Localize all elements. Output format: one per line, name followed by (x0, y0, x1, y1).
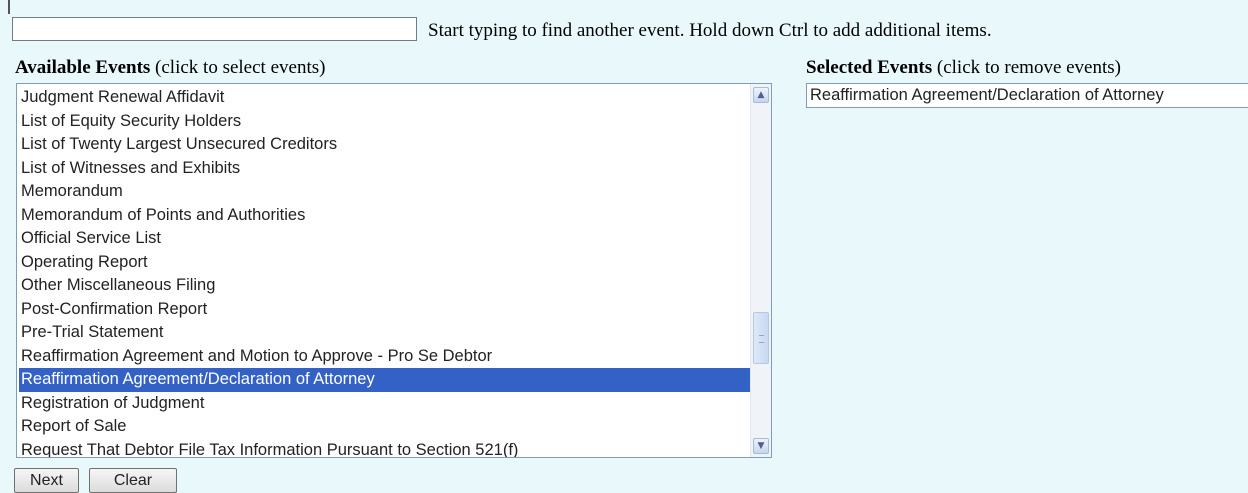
available-event-option[interactable]: Judgment Renewal Affidavit (19, 86, 751, 110)
selected-events-heading: Selected Events (click to remove events) (806, 57, 1121, 79)
available-event-option[interactable]: Request That Debtor File Tax Information… (19, 439, 751, 458)
scroll-up-icon[interactable]: ▲ (753, 87, 769, 103)
search-hint: Start typing to find another event. Hold… (428, 20, 992, 41)
available-events-heading: Available Events (click to select events… (15, 57, 325, 79)
available-event-option[interactable]: Post-Confirmation Report (19, 298, 751, 322)
available-event-option[interactable]: Report of Sale (19, 415, 751, 439)
available-event-option[interactable]: Memorandum (19, 180, 751, 204)
available-event-option[interactable]: Reaffirmation Agreement and Motion to Ap… (19, 345, 751, 369)
available-events-title: Available Events (15, 57, 151, 78)
available-events-list[interactable]: Judgment Renewal Affidavit List of Equity… (16, 83, 772, 458)
selected-events-note: (click to remove events) (932, 57, 1121, 78)
available-event-option[interactable]: Reaffirmation Agreement/Declaration of A… (19, 368, 751, 392)
clear-button[interactable]: Clear (89, 468, 177, 493)
available-events-note: (click to select events) (150, 57, 326, 78)
available-event-option[interactable]: List of Twenty Largest Unsecured Credito… (19, 133, 751, 157)
available-event-option[interactable]: Other Miscellaneous Filing (19, 274, 751, 298)
event-search-input[interactable] (12, 17, 417, 41)
next-button[interactable]: Next (14, 468, 79, 493)
available-event-option[interactable]: Operating Report (19, 251, 751, 275)
available-event-option[interactable]: Registration of Judgment (19, 392, 751, 416)
available-event-option[interactable]: List of Witnesses and Exhibits (19, 157, 751, 181)
scroll-down-icon[interactable]: ▼ (753, 438, 769, 454)
selected-events-items: Reaffirmation Agreement/Declaration of A… (807, 84, 1248, 107)
available-event-option[interactable]: Memorandum of Points and Authorities (19, 204, 751, 228)
selected-event-option[interactable]: Reaffirmation Agreement/Declaration of A… (807, 84, 1248, 107)
selected-events-list[interactable]: Reaffirmation Agreement/Declaration of A… (806, 83, 1248, 108)
available-events-scrollbar[interactable]: ▲ ▼ (750, 84, 771, 457)
scroll-thumb[interactable] (753, 312, 769, 364)
available-events-items: Judgment Renewal Affidavit List of Equity… (19, 86, 751, 458)
available-event-option[interactable]: Official Service List (19, 227, 751, 251)
selected-events-title: Selected Events (806, 57, 933, 78)
left-edge-marker (8, 0, 10, 14)
available-event-option[interactable]: Pre-Trial Statement (19, 321, 751, 345)
available-event-option[interactable]: List of Equity Security Holders (19, 110, 751, 134)
